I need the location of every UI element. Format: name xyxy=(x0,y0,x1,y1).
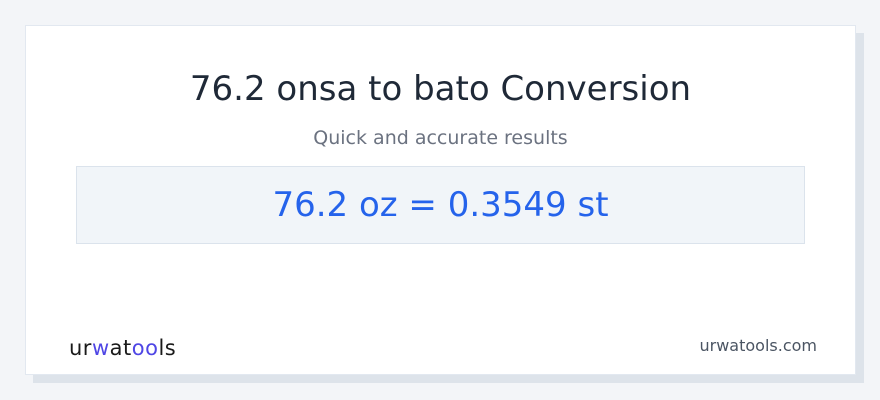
page-subtitle: Quick and accurate results xyxy=(313,127,568,149)
logo-part-accent: w xyxy=(91,336,110,360)
logo-part: ls xyxy=(158,336,177,360)
page: 76.2 onsa to bato Conversion Quick and a… xyxy=(0,0,880,400)
logo-part-accent: oo xyxy=(131,336,159,360)
conversion-card: 76.2 onsa to bato Conversion Quick and a… xyxy=(25,25,856,375)
site-link[interactable]: urwatools.com xyxy=(700,335,818,357)
page-title: 76.2 onsa to bato Conversion xyxy=(189,69,692,109)
logo-part: ur xyxy=(69,336,92,360)
conversion-result: 76.2 oz = 0.3549 st xyxy=(272,185,609,225)
result-box: 76.2 oz = 0.3549 st xyxy=(76,166,805,244)
urwatools-logo[interactable]: urwatools xyxy=(69,335,176,361)
logo-part: at xyxy=(109,336,132,360)
